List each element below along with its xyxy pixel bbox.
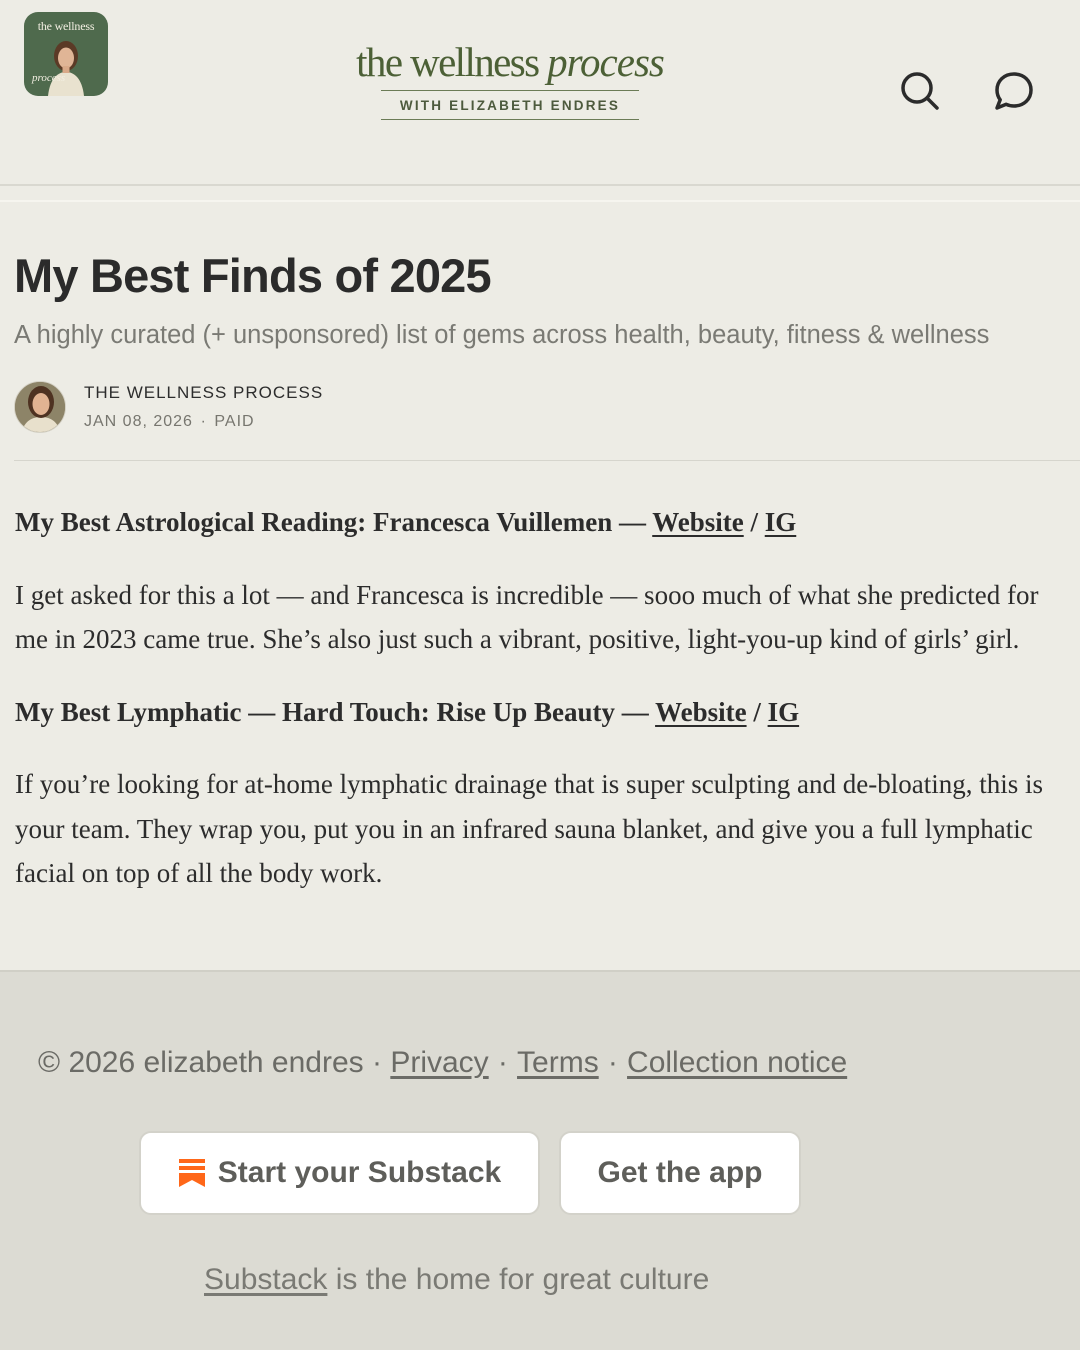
section-paragraph: If you’re looking for at-home lymphatic … <box>15 769 1044 888</box>
post-subtitle: A highly curated (+ unsponsored) list of… <box>14 321 990 349</box>
top-navigation-bar: the wellness process the wellness proces… <box>0 0 1080 186</box>
start-substack-button[interactable]: Start your Substack <box>139 1131 540 1215</box>
ig-link[interactable]: IG <box>768 697 800 727</box>
search-icon <box>901 72 939 110</box>
terms-link[interactable]: Terms <box>517 1046 599 1079</box>
ig-link[interactable]: IG <box>765 507 797 537</box>
portrait-icon <box>48 41 84 96</box>
copyright-text: © 2026 elizabeth endres · <box>38 1046 391 1079</box>
post-date: JAN 08, 2026 <box>84 413 193 430</box>
chat-button[interactable] <box>991 68 1037 114</box>
author-name[interactable]: THE WELLNESS PROCESS <box>84 383 323 403</box>
meta-separator: ∙ <box>200 413 207 430</box>
footer-separator: ∙ <box>498 1046 508 1079</box>
substack-bookmark-icon <box>178 1158 206 1188</box>
privacy-link[interactable]: Privacy <box>390 1046 488 1079</box>
byline-divider <box>14 460 1080 461</box>
section-heading-text: My Best Lymphatic — Hard Touch: Rise Up … <box>15 696 656 727</box>
access-badge: PAID <box>214 413 255 430</box>
masthead-subline: WITH ELIZABETH ENDRES <box>381 90 639 121</box>
section-paragraph: I get asked for this a lot — and Frances… <box>15 579 1039 655</box>
post-meta: JAN 08, 2026 ∙ PAID <box>84 413 255 431</box>
publication-masthead[interactable]: the wellness process WITH ELIZABETH ENDR… <box>340 39 680 121</box>
author-avatar[interactable] <box>14 381 66 433</box>
post-title: My Best Finds of 2025 <box>14 249 492 302</box>
section-heading: My Best Astrological Reading: Francesca … <box>15 500 1065 545</box>
wordmark-italic: process <box>547 39 665 85</box>
section-heading-text: My Best Astrological Reading: Francesca … <box>15 507 653 537</box>
get-app-button[interactable]: Get the app <box>559 1131 801 1215</box>
search-button[interactable] <box>897 68 943 114</box>
footer-separator: ∙ <box>608 1046 618 1079</box>
logo-top-text: the wellness <box>37 19 95 33</box>
logo-bottom-text: process <box>32 72 66 84</box>
start-substack-label: Start your Substack <box>217 1156 502 1189</box>
link-separator: / <box>743 507 765 537</box>
substack-link[interactable]: Substack <box>204 1263 327 1296</box>
avatar-portrait-icon <box>15 382 65 432</box>
footer-links: © 2026 elizabeth endres · Privacy ∙ Terms ∙… <box>38 1046 847 1080</box>
wordmark-main: the wellness <box>356 39 548 85</box>
get-app-label: Get the app <box>597 1156 763 1189</box>
website-link[interactable]: Website <box>655 697 747 727</box>
chat-bubble-icon <box>995 72 1033 110</box>
section-heading: My Best Lymphatic — Hard Touch: Rise Up … <box>15 690 1065 735</box>
post-body: My Best Astrological Reading: Francesca … <box>15 500 1065 924</box>
tagline-text: is the home for great culture <box>327 1263 710 1296</box>
website-link[interactable]: Website <box>652 507 744 537</box>
substack-tagline: Substack is the home for great culture <box>204 1263 709 1297</box>
publication-logo[interactable]: the wellness process <box>24 12 108 96</box>
page-footer: © 2026 elizabeth endres · Privacy ∙ Terms ∙… <box>0 970 1080 1350</box>
masthead-wordmark: the wellness process <box>340 39 680 85</box>
header-separator <box>0 200 1080 202</box>
link-separator: / <box>746 696 768 727</box>
collection-notice-link[interactable]: Collection notice <box>627 1046 847 1079</box>
